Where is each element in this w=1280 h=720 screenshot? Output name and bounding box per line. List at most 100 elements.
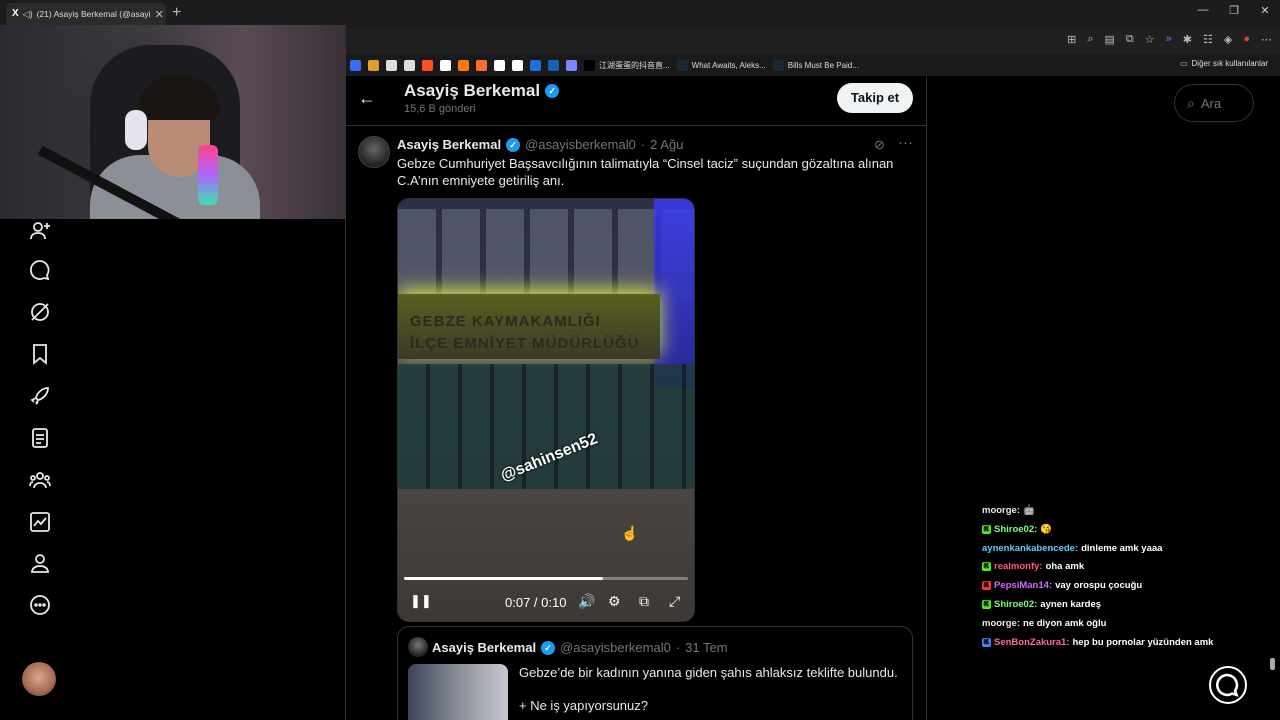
profile-name-text: Asayiş Berkemal — [404, 81, 541, 100]
window-close-button[interactable]: ✕ — [1250, 4, 1280, 17]
picture-in-picture-icon[interactable]: ⧉ — [639, 593, 649, 610]
grok-explain-icon[interactable]: ⊘ — [874, 137, 885, 153]
minimize-button[interactable]: — — [1188, 4, 1218, 16]
chat-text: 🤖 — [1023, 505, 1035, 516]
chat-badge-icon: K — [982, 562, 991, 571]
bookmark-item[interactable]: 江湖蛋蛋的抖音直... — [584, 59, 670, 71]
page-scrollbar[interactable] — [1270, 658, 1275, 670]
address-bar[interactable]: ⊞ ⌕ ▤ ⧉ ☆ » ✱ ☷ ◈ ● ⋯ — [346, 28, 1280, 54]
bookmark-item[interactable] — [476, 59, 487, 71]
bookmark-item[interactable] — [350, 59, 361, 71]
chat-username: PepsiMan14: — [994, 580, 1053, 591]
account-avatar[interactable] — [22, 662, 56, 696]
bookmark-favicon-icon — [584, 59, 595, 71]
bookmark-favicon-icon — [368, 59, 379, 71]
follow-button[interactable]: Takip et — [837, 83, 913, 113]
webcam-overlay — [0, 25, 346, 219]
volume-icon[interactable]: 🔊 — [578, 593, 595, 610]
bookmark-favicon-icon — [476, 59, 487, 71]
left-navigation — [0, 219, 346, 720]
tweet-text: Gebze Cumhuriyet Başsavcılığının talimat… — [397, 156, 894, 188]
tweet-author-handle[interactable]: @asayisberkemal0 — [525, 137, 636, 152]
profile-icon[interactable] — [28, 551, 52, 575]
more-options-icon[interactable] — [28, 593, 52, 617]
bookmark-item[interactable] — [494, 59, 505, 71]
video-progress-bar[interactable] — [404, 577, 688, 580]
communities-icon[interactable] — [28, 468, 52, 492]
bookmark-favicon-icon — [512, 59, 523, 71]
copilot-icon[interactable]: ◈ — [1224, 33, 1232, 46]
verified-badge-icon: ✓ — [506, 137, 521, 152]
follow-icon[interactable] — [28, 219, 52, 243]
bookmark-item[interactable] — [458, 59, 469, 71]
bookmark-item[interactable] — [422, 59, 433, 71]
bookmark-item[interactable] — [512, 59, 523, 71]
separator: · — [640, 137, 646, 152]
grok-chat-button[interactable] — [1209, 666, 1247, 704]
zoom-icon[interactable]: ⌕ — [1087, 33, 1093, 46]
favorite-star-icon[interactable]: ☆ — [1145, 33, 1155, 46]
bookmark-item[interactable]: Bills Must Be Paid... — [772, 59, 859, 71]
video-player[interactable]: GEBZE KAYMAKAMLIĞI İLÇE EMNİYET MÜDÜRLÜĞ… — [397, 198, 695, 622]
chat-username: SenBonZakura1: — [994, 637, 1070, 648]
glass-doors — [398, 364, 694, 494]
other-bookmarks-label: Diğer sık kullanılanlar — [1191, 59, 1268, 68]
tweet-author-name[interactable]: Asayiş Berkemal — [397, 137, 501, 152]
video-controls: ❚❚ 0:07 / 0:10 🔊 ⚙ ⧉ ⤢ — [398, 591, 694, 617]
lists-icon[interactable] — [28, 426, 52, 450]
speaker-icon[interactable]: ◁) — [23, 9, 33, 20]
favorites-icon[interactable]: ☷ — [1203, 33, 1213, 46]
chat-username: Shiroe02: — [994, 599, 1038, 610]
rocket-icon[interactable] — [28, 384, 52, 408]
bookmark-label: What Awaits, Aleks... — [691, 60, 766, 70]
tab-close-icon[interactable]: ✕ — [155, 8, 164, 21]
bookmark-item[interactable] — [404, 59, 415, 71]
bookmark-favicon-icon — [676, 59, 688, 71]
bookmark-favicon-icon — [566, 59, 577, 71]
reader-icon[interactable]: ▤ — [1105, 33, 1115, 46]
chat-message: aynenkankabencede: dinleme amk yaaa — [982, 543, 1162, 554]
back-arrow-icon[interactable]: ← — [358, 88, 376, 109]
quoted-tweet[interactable]: Asayiş Berkemal ✓ @asayisberkemal0 · 31 … — [397, 626, 913, 720]
main-column: ← Asayiş Berkemal ✓ 15,6 B gönderi Takip… — [346, 76, 927, 720]
bookmark-icon[interactable] — [28, 342, 52, 366]
chat-message: moorge: 🤖 — [982, 505, 1035, 516]
analytics-icon[interactable] — [28, 510, 52, 534]
bookmark-item[interactable] — [530, 59, 541, 71]
chat-message: moorge: ne diyon amk oğlu — [982, 618, 1106, 629]
tweet-header: Asayiş Berkemal ✓ @asayisberkemal0 · 2 A… — [397, 137, 683, 152]
profile-icon[interactable]: ● — [1243, 33, 1250, 46]
chat-text: ne diyon amk oğlu — [1023, 618, 1107, 629]
search-input[interactable]: ⌕ Ara — [1174, 84, 1254, 122]
bookmark-item[interactable] — [440, 59, 451, 71]
chat-text: vay orospu çocuğu — [1055, 580, 1143, 591]
pause-icon[interactable]: ❚❚ — [410, 593, 432, 609]
new-tab-button[interactable]: + — [172, 4, 181, 22]
grok-icon[interactable] — [28, 300, 52, 324]
chat-text: dinleme amk yaaa — [1081, 543, 1163, 554]
other-bookmarks-folder[interactable]: ▭ Diğer sık kullanılanlar — [1180, 59, 1268, 68]
maximize-button[interactable]: ❐ — [1219, 4, 1249, 17]
extension-icon[interactable]: ⧉ — [1126, 33, 1134, 46]
chat-badge-icon: K — [982, 600, 991, 609]
chat-text: oha amk — [1045, 561, 1085, 572]
tab-title: (21) Asayiş Berkemal (@asayi — [36, 9, 151, 19]
settings-icon[interactable]: ⚙ — [608, 593, 621, 610]
bookmark-item[interactable] — [566, 59, 577, 71]
tweet-author-avatar[interactable] — [358, 136, 390, 168]
bookmark-item[interactable] — [386, 59, 397, 71]
chat-bubble-icon — [1216, 673, 1239, 697]
tweet-more-icon[interactable]: ··· — [898, 134, 913, 151]
tweet-date[interactable]: 2 Ağu — [650, 137, 683, 152]
extensions-icon[interactable]: ✱ — [1183, 33, 1192, 46]
browser-more-icon[interactable]: ⋯ — [1261, 33, 1272, 46]
bookmark-item[interactable] — [368, 59, 379, 71]
apps-icon[interactable]: ⊞ — [1067, 33, 1076, 46]
messages-icon[interactable] — [28, 258, 52, 282]
browser-tab[interactable]: X ◁) (21) Asayiş Berkemal (@asayi ✕ — [6, 3, 166, 25]
bookmark-item[interactable] — [548, 59, 559, 71]
police-light — [654, 199, 694, 389]
read-aloud-icon[interactable]: » — [1166, 33, 1172, 46]
fullscreen-icon[interactable]: ⤢ — [669, 593, 680, 610]
bookmark-item[interactable]: What Awaits, Aleks... — [676, 59, 766, 71]
